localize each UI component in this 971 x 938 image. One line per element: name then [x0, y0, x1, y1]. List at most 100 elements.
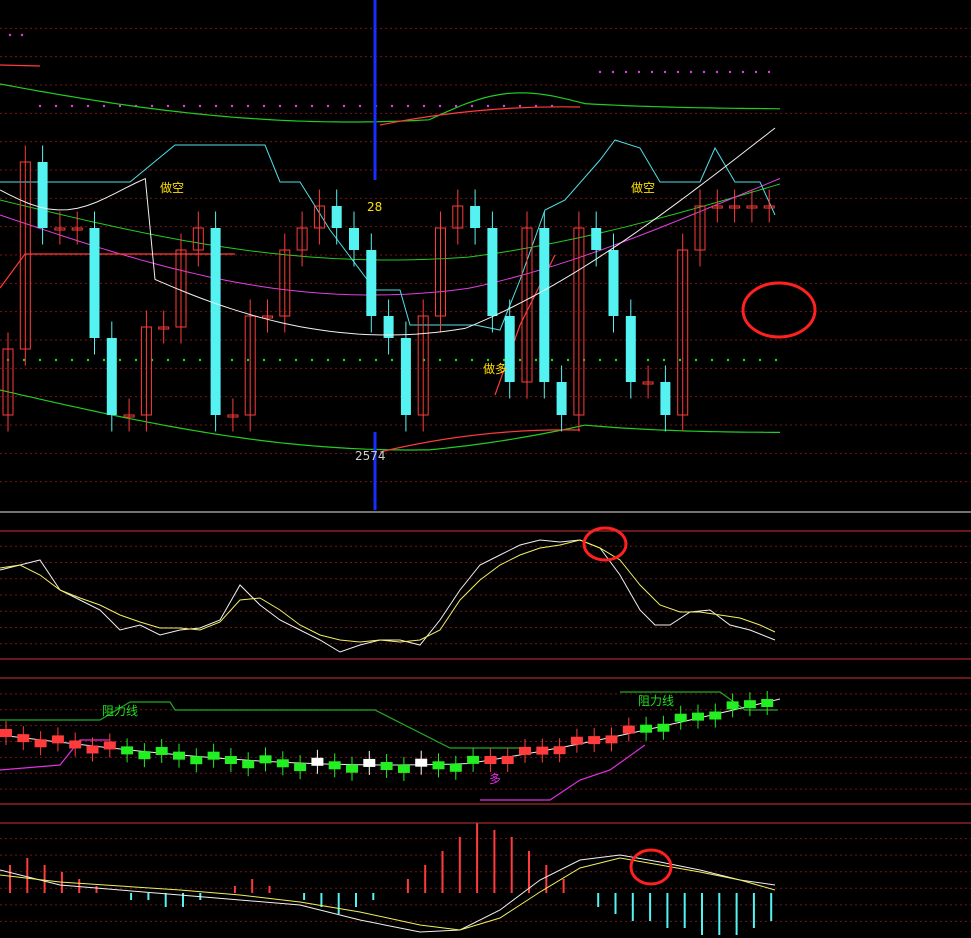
dot-marker — [262, 104, 266, 108]
main-candles — [2, 145, 775, 432]
trend-candle-body — [276, 759, 289, 768]
trend-candle-body — [674, 713, 687, 722]
dot-marker — [342, 358, 346, 362]
highlight-circle-main — [741, 281, 817, 339]
high-value-label: 28 — [367, 200, 382, 214]
dot-marker — [102, 104, 106, 108]
long-label-trend: 多 — [489, 772, 501, 786]
trend-candle-body — [190, 756, 203, 765]
resistance-label-right: 阻力线 — [638, 694, 674, 708]
dot-marker — [518, 104, 522, 108]
dot-marker — [38, 358, 42, 362]
resistance-label-left: 阻力线 — [102, 704, 138, 718]
low-value-label: 2574 — [355, 449, 386, 463]
trend-candle-body — [207, 751, 220, 760]
trend-candle-body — [467, 755, 480, 764]
dot-marker — [774, 358, 778, 362]
dot-marker — [294, 104, 298, 108]
dot-marker — [230, 104, 234, 108]
dot-marker — [182, 358, 186, 362]
dot-marker — [134, 358, 138, 362]
trend-candle-body — [432, 761, 445, 770]
trend-candle-body — [86, 745, 99, 754]
trend-candle-body — [484, 756, 497, 765]
dot-marker — [20, 33, 24, 37]
grid-lines — [0, 27, 971, 922]
candle-body — [608, 250, 619, 316]
dot-marker — [650, 70, 654, 74]
dot-marker — [86, 358, 90, 362]
trend-candle-body — [519, 746, 531, 755]
dot-marker — [278, 358, 282, 362]
candle-body — [89, 228, 100, 338]
trend-candle-body — [363, 758, 376, 767]
trend-candle-body — [69, 740, 82, 749]
trend-candle-body — [34, 739, 47, 748]
dot-marker — [637, 70, 641, 74]
trend-candle-body — [51, 735, 64, 744]
trend-candle-body — [622, 725, 635, 734]
macd-dif-line — [0, 854, 776, 933]
dot-marker — [438, 358, 442, 362]
dot-marker — [598, 358, 602, 362]
macd-dea-line — [0, 857, 776, 931]
upper-band-red-segment — [0, 64, 41, 67]
dot-marker — [326, 358, 330, 362]
trend-candle-body — [17, 734, 30, 743]
dot-marker — [767, 70, 771, 74]
dot-marker — [198, 358, 202, 362]
candle-body — [349, 228, 359, 250]
dot-marker — [102, 358, 106, 362]
trend-candle-body — [570, 736, 583, 745]
trend-candle-body — [761, 699, 774, 707]
dot-marker — [38, 104, 42, 108]
dot-marker — [342, 104, 346, 108]
stop-line — [0, 139, 776, 331]
dot-marker — [294, 358, 298, 362]
trend-candle-body — [588, 736, 601, 745]
dot-marker — [502, 104, 506, 108]
dot-marker — [662, 358, 666, 362]
dot-marker — [566, 358, 570, 362]
candle-body — [210, 228, 221, 415]
dot-marker — [614, 358, 618, 362]
dot-marker — [741, 70, 745, 74]
dot-marker — [390, 358, 394, 362]
candle-body — [556, 382, 567, 415]
trend-candle-body — [155, 746, 168, 755]
dot-marker — [374, 358, 378, 362]
trend-candle-body — [103, 741, 116, 750]
dot-marker — [118, 104, 122, 108]
dot-marker — [598, 70, 602, 74]
support-line-trend — [0, 739, 110, 771]
trend-candle-body — [173, 751, 185, 760]
dot-marker — [246, 358, 250, 362]
dot-marker — [702, 70, 706, 74]
trend-candle-body — [259, 755, 272, 764]
trend-candle-body — [415, 758, 428, 767]
candle-body — [539, 228, 550, 382]
dot-marker — [676, 70, 680, 74]
dot-marker — [54, 358, 58, 362]
candle-body — [400, 338, 411, 415]
trend-candle-body — [121, 746, 134, 755]
dot-marker — [758, 358, 762, 362]
dot-marker — [150, 104, 154, 108]
dot-marker — [198, 104, 202, 108]
macd-panel — [0, 823, 776, 935]
trend-panel: 阻力线 阻力线 多 — [0, 691, 781, 801]
trend-candle-body — [397, 764, 410, 773]
dot-marker — [358, 358, 362, 362]
dot-marker — [230, 358, 234, 362]
middle-band-line — [0, 183, 781, 261]
dot-marker — [358, 104, 362, 108]
dot-marker — [454, 358, 458, 362]
trend-candle-body — [224, 756, 237, 765]
dot-marker — [486, 358, 490, 362]
dot-marker — [214, 104, 218, 108]
trend-candle-body — [0, 729, 12, 737]
main-moving-averages — [0, 127, 776, 336]
dot-marker — [486, 104, 490, 108]
dot-marker — [470, 104, 474, 108]
dot-marker — [8, 33, 12, 37]
